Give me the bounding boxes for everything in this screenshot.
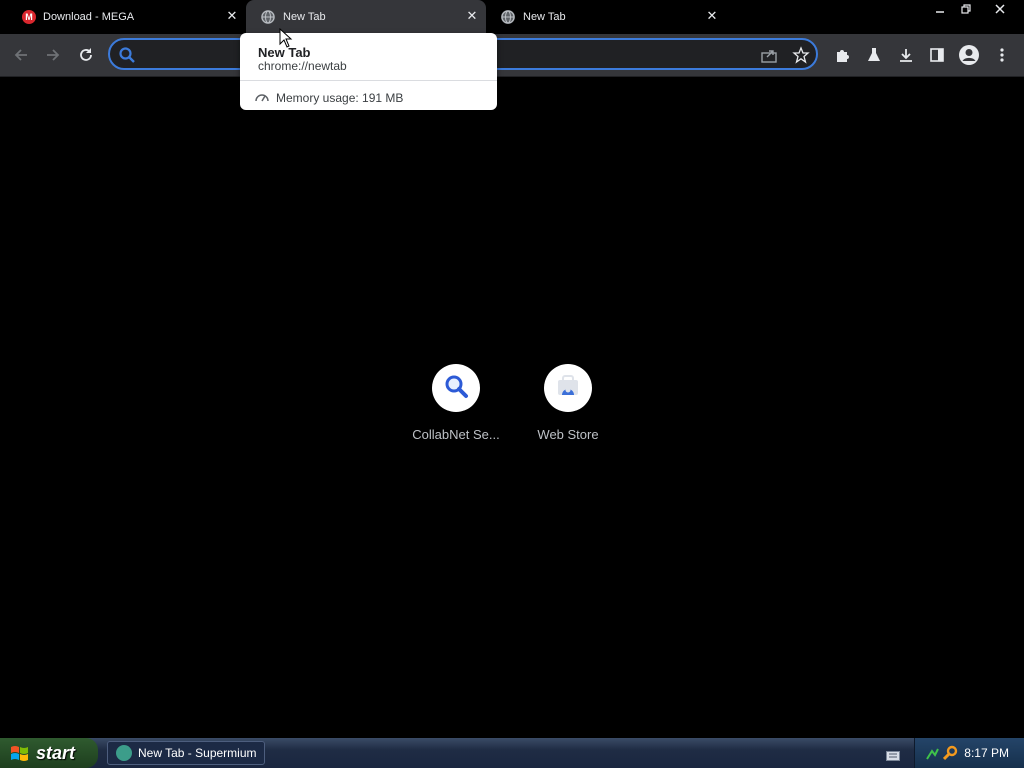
extensions-puzzle-icon[interactable]	[831, 44, 853, 66]
shortcut-icon-circle	[432, 364, 480, 412]
start-label: start	[36, 742, 76, 763]
supermium-icon	[116, 745, 132, 761]
tab-label: Download - MEGA	[43, 11, 135, 23]
search-tray-icon[interactable]	[942, 745, 959, 766]
search-icon	[443, 373, 469, 404]
tab-label: New Tab	[283, 11, 326, 23]
web-store-icon	[556, 374, 580, 403]
globe-icon	[261, 10, 275, 24]
clock[interactable]: 8:17 PM	[964, 746, 1009, 760]
bookmark-star-icon[interactable]	[792, 46, 810, 69]
taskbar-item-supermium[interactable]: New Tab - Supermium	[107, 741, 265, 765]
windows-flag-icon	[10, 744, 30, 762]
close-icon[interactable]	[979, 0, 1021, 18]
shortcut-web-store[interactable]: Web Store	[518, 364, 618, 448]
globe-icon	[501, 10, 515, 24]
reload-icon[interactable]	[74, 43, 98, 67]
tab-strip: M Download - MEGA ✕ New Tab ✕ New Tab ✕	[0, 0, 1024, 34]
menu-kebab-icon[interactable]	[991, 44, 1013, 66]
hovercard-url: chrome://newtab	[258, 59, 347, 73]
forward-arrow-icon[interactable]	[41, 43, 65, 67]
shortcut-label: Web Store	[537, 427, 599, 442]
profile-avatar-icon[interactable]	[958, 44, 980, 66]
mega-icon: M	[22, 10, 36, 24]
restore-icon[interactable]	[953, 0, 979, 18]
windows-taskbar: start New Tab - Supermium 8:17 PM	[0, 738, 1024, 768]
close-tab-icon[interactable]: ✕	[225, 9, 239, 23]
shortcut-icon-circle	[544, 364, 592, 412]
keyboard-icon[interactable]	[886, 748, 900, 761]
side-panel-icon[interactable]	[926, 44, 948, 66]
divider	[240, 80, 497, 81]
window-controls	[927, 0, 1021, 18]
hovercard-memory: Memory usage: 191 MB	[276, 91, 404, 105]
share-icon[interactable]	[760, 46, 778, 69]
tab-new-tab[interactable]: New Tab ✕	[486, 0, 726, 34]
labs-flask-icon[interactable]	[863, 44, 885, 66]
tab-label: New Tab	[523, 11, 566, 23]
minimize-icon[interactable]	[927, 0, 953, 18]
network-icon[interactable]	[925, 745, 939, 766]
mouse-cursor-icon	[279, 27, 293, 53]
download-icon[interactable]	[895, 44, 917, 66]
shortcut-label: CollabNet Se...	[412, 427, 500, 442]
browser-toolbar	[0, 34, 1024, 77]
memory-gauge-icon	[254, 90, 270, 109]
tab-download-mega[interactable]: M Download - MEGA ✕	[0, 0, 246, 34]
start-button[interactable]: start	[0, 738, 98, 768]
shortcut-collabnet[interactable]: CollabNet Se...	[406, 364, 506, 448]
search-icon	[118, 46, 136, 69]
taskbar-item-label: New Tab - Supermium	[138, 746, 257, 760]
close-tab-icon[interactable]: ✕	[705, 9, 719, 23]
back-arrow-icon[interactable]	[9, 43, 33, 67]
system-tray: 8:17 PM	[914, 738, 1024, 768]
close-tab-icon[interactable]: ✕	[465, 9, 479, 23]
